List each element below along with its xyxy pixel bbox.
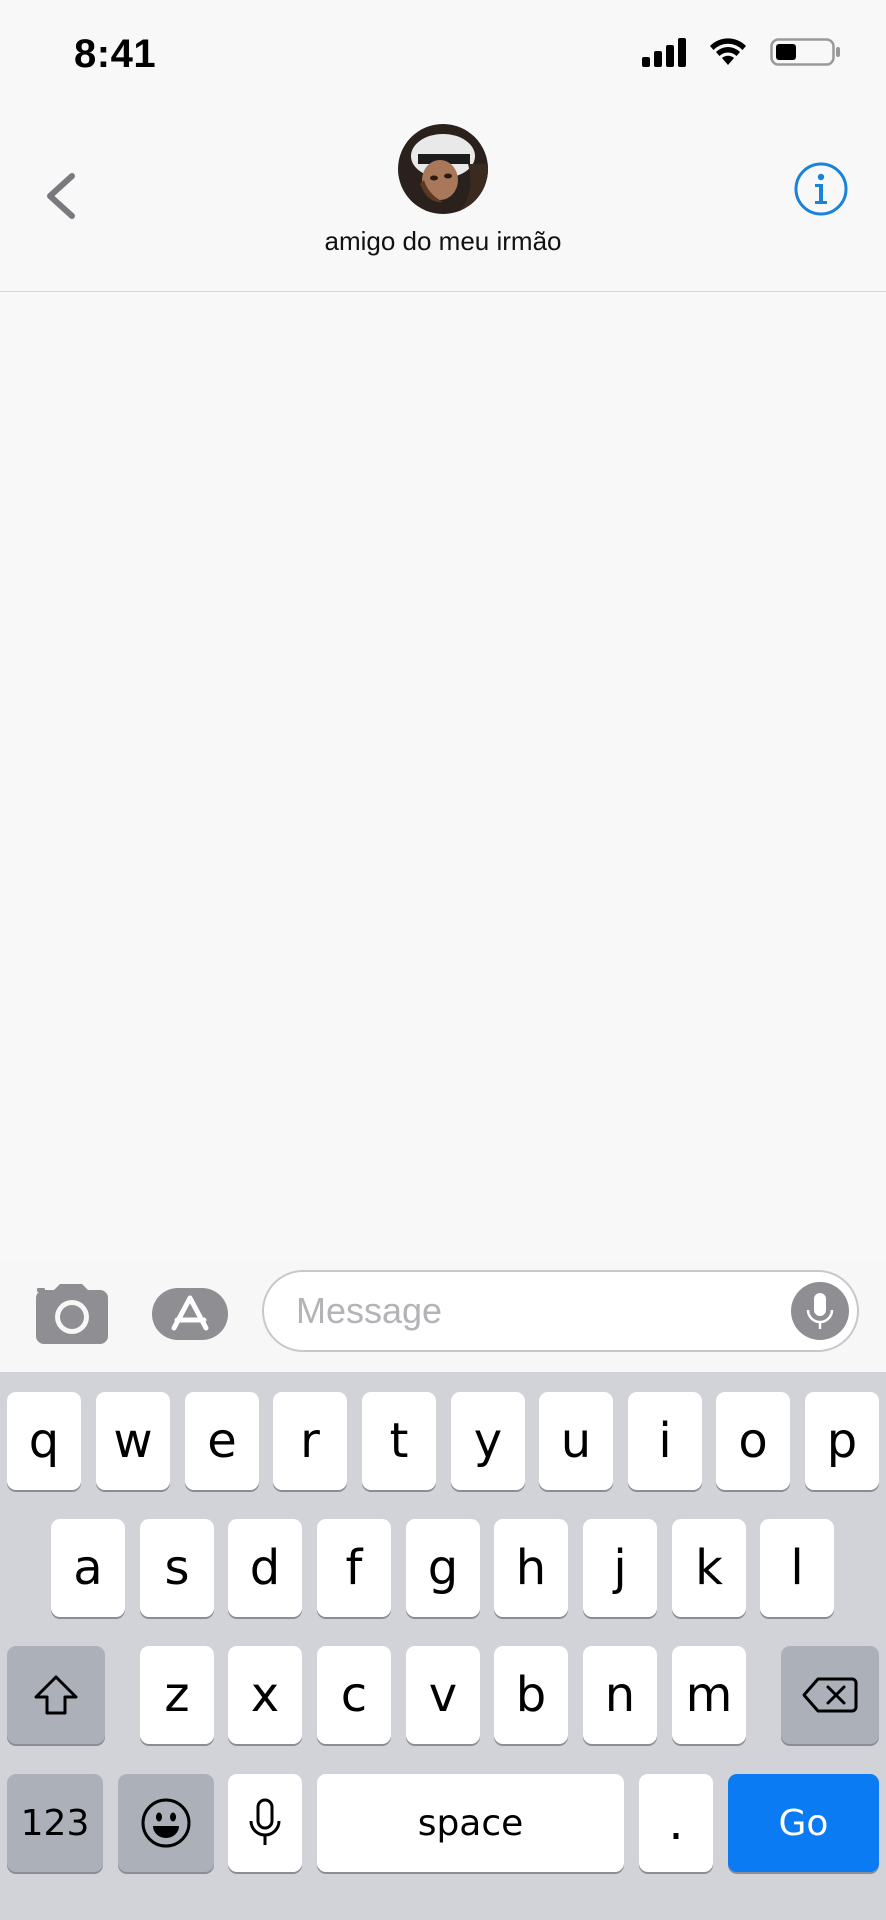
avatar[interactable] xyxy=(398,124,488,214)
key-b[interactable]: b xyxy=(494,1646,568,1744)
key-k[interactable]: k xyxy=(672,1519,746,1617)
key-e[interactable]: e xyxy=(185,1392,259,1490)
wifi-icon xyxy=(710,38,746,65)
key-v[interactable]: v xyxy=(406,1646,480,1744)
shift-key[interactable] xyxy=(7,1646,105,1744)
shift-icon xyxy=(34,1675,78,1715)
key-t[interactable]: t xyxy=(362,1392,436,1490)
numbers-key[interactable]: 123 xyxy=(7,1774,103,1872)
key-q[interactable]: q xyxy=(7,1392,81,1490)
app-store-icon[interactable] xyxy=(150,1284,230,1344)
info-icon[interactable] xyxy=(792,160,850,218)
microphone-icon xyxy=(249,1798,281,1845)
conversation-header: amigo do meu irmão xyxy=(0,110,886,292)
key-f[interactable]: f xyxy=(317,1519,391,1617)
emoji-icon xyxy=(141,1798,191,1848)
key-h[interactable]: h xyxy=(494,1519,568,1617)
message-list[interactable] xyxy=(0,292,886,1260)
key-r[interactable]: r xyxy=(273,1392,347,1490)
space-key[interactable]: space xyxy=(317,1774,624,1872)
key-i[interactable]: i xyxy=(628,1392,702,1490)
key-s[interactable]: s xyxy=(140,1519,214,1617)
keyboard: q w e r t y u i o p a s d f g h j k l z … xyxy=(0,1372,886,1920)
avatar-photo xyxy=(398,124,488,214)
backspace-icon xyxy=(802,1677,858,1713)
key-y[interactable]: y xyxy=(451,1392,525,1490)
message-composer xyxy=(0,1260,886,1372)
go-key[interactable]: Go xyxy=(728,1774,879,1872)
key-n[interactable]: n xyxy=(583,1646,657,1744)
key-p[interactable]: p xyxy=(805,1392,879,1490)
key-d[interactable]: d xyxy=(228,1519,302,1617)
key-o[interactable]: o xyxy=(716,1392,790,1490)
key-c[interactable]: c xyxy=(317,1646,391,1744)
key-l[interactable]: l xyxy=(760,1519,834,1617)
dictate-button[interactable] xyxy=(791,1282,849,1340)
key-x[interactable]: x xyxy=(228,1646,302,1744)
key-g[interactable]: g xyxy=(406,1519,480,1617)
dictation-key[interactable] xyxy=(228,1774,302,1872)
key-m[interactable]: m xyxy=(672,1646,746,1744)
emoji-key[interactable] xyxy=(118,1774,214,1872)
key-a[interactable]: a xyxy=(51,1519,125,1617)
period-key[interactable]: . xyxy=(639,1774,713,1872)
cellular-signal-icon xyxy=(642,37,686,67)
camera-icon[interactable] xyxy=(34,1282,110,1346)
battery-icon xyxy=(770,38,840,66)
key-u[interactable]: u xyxy=(539,1392,613,1490)
key-z[interactable]: z xyxy=(140,1646,214,1744)
delete-key[interactable] xyxy=(781,1646,879,1744)
status-bar: 8:41 xyxy=(0,0,886,110)
message-input[interactable] xyxy=(296,1286,756,1336)
key-j[interactable]: j xyxy=(583,1519,657,1617)
status-icons xyxy=(642,36,842,68)
microphone-icon xyxy=(806,1293,834,1329)
chevron-left-icon[interactable] xyxy=(36,156,86,236)
key-w[interactable]: w xyxy=(96,1392,170,1490)
contact-name[interactable]: amigo do meu irmão xyxy=(0,226,886,257)
message-field[interactable] xyxy=(262,1270,859,1352)
status-time: 8:41 xyxy=(74,32,157,76)
